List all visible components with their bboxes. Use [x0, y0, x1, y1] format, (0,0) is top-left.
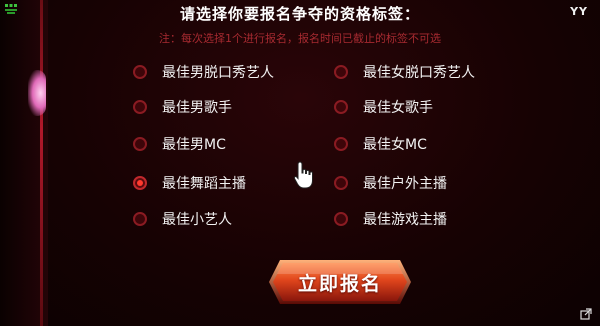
hand-pointer-icon: [293, 161, 313, 189]
category-option-label: 最佳男歌手: [162, 100, 232, 116]
category-option[interactable]: 最佳男脱口秀艺人: [133, 62, 274, 82]
radio-unselected[interactable]: [133, 137, 147, 151]
category-option-label: 最佳小艺人: [162, 212, 232, 228]
form-title: 请选择你要报名争夺的资格标签：: [179, 5, 420, 23]
category-option-label: 最佳游戏主播: [363, 212, 447, 228]
category-option-label: 最佳女MC: [363, 137, 427, 153]
radio-unselected[interactable]: [334, 65, 348, 79]
radio-unselected[interactable]: [334, 137, 348, 151]
category-option-label: 最佳女歌手: [363, 100, 433, 116]
radio-selected[interactable]: [133, 176, 147, 190]
left-frame-edge: [40, 0, 43, 326]
category-option[interactable]: 最佳小艺人: [133, 209, 232, 229]
radio-unselected[interactable]: [133, 100, 147, 114]
category-option[interactable]: 最佳女脱口秀艺人: [334, 62, 475, 82]
submit-button-label: 立即报名: [297, 273, 382, 295]
left-frame: [0, 0, 48, 326]
radio-unselected[interactable]: [334, 212, 348, 226]
category-option[interactable]: 最佳女歌手: [334, 97, 433, 117]
category-option-label: 最佳舞蹈主播: [162, 176, 246, 192]
submit-register-button[interactable]: 立即报名: [266, 256, 414, 308]
external-link-icon[interactable]: [580, 308, 592, 320]
radio-unselected[interactable]: [133, 212, 147, 226]
category-option-label: 最佳男脱口秀艺人: [162, 65, 274, 81]
category-option-label: 最佳女脱口秀艺人: [363, 65, 475, 81]
category-option[interactable]: 最佳游戏主播: [334, 209, 447, 229]
form-note: 注：每次选择1个进行报名，报名时间已截止的标签不可选: [159, 32, 441, 45]
category-option-label: 最佳男MC: [162, 137, 226, 153]
category-option[interactable]: 最佳男歌手: [133, 97, 232, 117]
radio-unselected[interactable]: [334, 176, 348, 190]
category-option[interactable]: 最佳舞蹈主播: [133, 173, 246, 193]
radio-unselected[interactable]: [334, 100, 348, 114]
side-tab-handle[interactable]: [28, 70, 46, 116]
radio-unselected[interactable]: [133, 65, 147, 79]
category-option[interactable]: 最佳女MC: [334, 134, 427, 154]
category-option-label: 最佳户外主播: [363, 176, 447, 192]
category-option[interactable]: 最佳男MC: [133, 134, 226, 154]
category-option[interactable]: 最佳户外主播: [334, 173, 447, 193]
